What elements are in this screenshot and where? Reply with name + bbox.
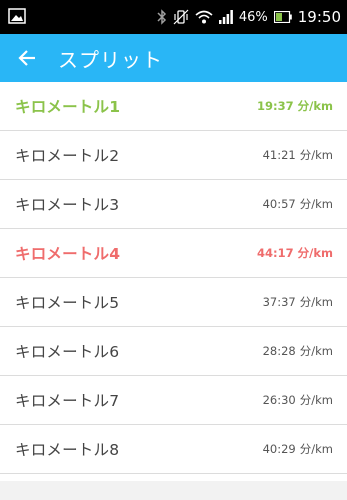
list-bottom-area (0, 481, 347, 500)
split-time-value: 40:57 (262, 197, 296, 211)
split-time-value: 26:30 (262, 393, 296, 407)
split-time-unit: 分/km (299, 344, 333, 358)
split-time: 26:30 分/km (263, 392, 333, 408)
split-label: キロメートル7 (15, 392, 120, 410)
split-label: キロメートル8 (15, 441, 120, 459)
split-time: 44:17 分/km (257, 245, 333, 261)
split-time-unit: 分/km (299, 295, 333, 309)
split-time-unit: 分/km (299, 148, 333, 162)
split-label: キロメートル3 (15, 196, 120, 214)
split-time: 28:28 分/km (263, 343, 333, 359)
battery-icon (273, 11, 292, 23)
split-time-unit: 分/km (299, 442, 333, 456)
app-toolbar: スプリット (0, 34, 347, 82)
split-row[interactable]: キロメートル1 19:37 分/km (0, 82, 347, 131)
split-row[interactable]: キロメートル7 26:30 分/km (0, 376, 347, 425)
page-title: スプリット (58, 47, 163, 72)
split-label: キロメートル5 (15, 294, 120, 312)
split-time-value: 44:17 (257, 246, 294, 260)
split-time-value: 40:29 (262, 442, 296, 456)
arrow-left-icon (17, 48, 37, 68)
split-row[interactable]: キロメートル6 28:28 分/km (0, 327, 347, 376)
split-time-value: 28:28 (262, 344, 296, 358)
battery-percent: 46% (238, 9, 268, 25)
split-label: キロメートル6 (15, 343, 120, 361)
split-time: 37:37 分/km (263, 294, 333, 310)
split-row[interactable]: キロメートル3 40:57 分/km (0, 180, 347, 229)
vibrate-icon (173, 9, 189, 25)
split-row[interactable]: キロメートル8 40:29 分/km (0, 425, 347, 474)
split-time: 19:37 分/km (257, 98, 333, 114)
split-label: キロメートル4 (15, 245, 121, 263)
bluetooth-icon (157, 9, 167, 25)
split-time-value: 37:37 (262, 295, 296, 309)
wifi-icon (195, 10, 213, 24)
split-time-unit: 分/km (297, 99, 333, 113)
split-time-unit: 分/km (297, 246, 333, 260)
split-row[interactable]: キロメートル5 37:37 分/km (0, 278, 347, 327)
split-label: キロメートル2 (15, 147, 120, 165)
split-time-unit: 分/km (299, 393, 333, 407)
split-time-unit: 分/km (299, 197, 333, 211)
signal-icon (218, 10, 233, 24)
status-bar: 46% 19:50 (0, 0, 347, 34)
clock: 19:50 (297, 8, 341, 26)
split-label: キロメートル1 (15, 98, 121, 116)
split-time: 40:29 分/km (263, 441, 333, 457)
split-time-value: 19:37 (257, 99, 294, 113)
split-time: 40:57 分/km (263, 196, 333, 212)
back-button[interactable] (8, 34, 46, 82)
split-row[interactable]: キロメートル4 44:17 分/km (0, 229, 347, 278)
split-time: 41:21 分/km (263, 147, 333, 163)
split-time-value: 41:21 (262, 148, 296, 162)
splits-list: キロメートル1 19:37 分/km キロメートル2 41:21 分/km キロメー… (0, 82, 347, 474)
split-row[interactable]: キロメートル2 41:21 分/km (0, 131, 347, 180)
image-icon (8, 8, 26, 24)
